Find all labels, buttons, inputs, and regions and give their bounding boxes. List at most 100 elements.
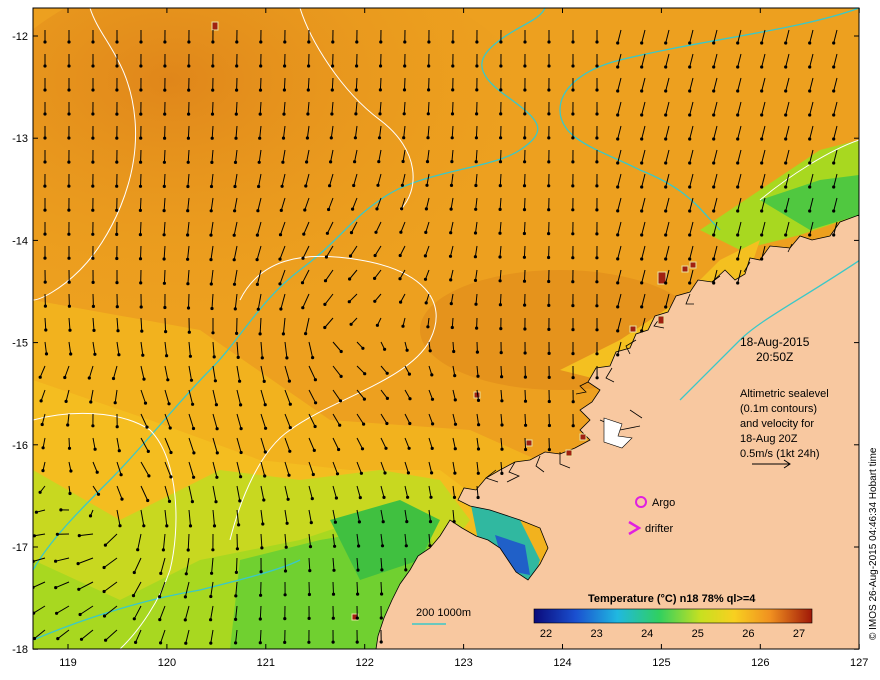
velocity-arrow-head	[43, 160, 47, 164]
velocity-arrow-head	[428, 349, 432, 353]
velocity-arrow-head	[449, 207, 453, 211]
velocity-arrow-head	[339, 349, 343, 354]
velocity-arrow-head	[164, 330, 168, 334]
velocity-arrow-head	[233, 184, 237, 189]
velocity-arrow-head	[77, 587, 81, 591]
velocity-arrow-head	[187, 112, 191, 116]
velocity-arrow-head	[403, 40, 407, 44]
velocity-arrow-head	[191, 426, 196, 431]
velocity-arrow-head	[736, 233, 740, 237]
velocity-arrow-head	[327, 207, 331, 212]
velocity-arrow-head	[333, 544, 337, 548]
velocity-arrow-head	[784, 233, 788, 237]
velocity-arrow-head	[640, 305, 644, 309]
velocity-arrow-head	[236, 355, 240, 359]
velocity-arrow	[188, 293, 190, 309]
x-tick-label: 121	[257, 657, 275, 669]
velocity-arrow-head	[163, 112, 167, 116]
velocity-arrow-head	[64, 399, 68, 403]
velocity-arrow-head	[712, 89, 716, 93]
velocity-arrow-head	[117, 353, 121, 357]
velocity-arrow-head	[263, 474, 267, 478]
velocity-arrow-head	[285, 356, 289, 360]
velocity-arrow-head	[499, 40, 503, 44]
velocity-arrow-head	[284, 545, 288, 549]
velocity-arrow-head	[210, 112, 215, 116]
velocity-arrow-head	[263, 403, 267, 407]
velocity-arrow-head	[212, 524, 217, 528]
velocity-arrow-head	[139, 88, 143, 92]
velocity-arrow-head	[450, 160, 454, 164]
velocity-arrow-head	[259, 593, 263, 597]
velocity-arrow-head	[103, 543, 107, 547]
velocity-arrow-head	[595, 232, 599, 236]
velocity-arrow	[139, 221, 142, 235]
velocity-arrow-head	[59, 508, 63, 512]
velocity-arrow-head	[640, 113, 644, 117]
velocity-arrow-head	[234, 570, 238, 575]
velocity-arrow-head	[640, 329, 644, 333]
credit-label: © IMOS 26-Aug-2015 04:46:34 Hobart time	[868, 447, 879, 640]
velocity-arrow-head	[43, 40, 47, 44]
velocity-arrow-head	[119, 473, 123, 477]
velocity-arrow-head	[353, 160, 357, 164]
velocity-arrow-head	[102, 565, 106, 570]
velocity-arrow-head	[523, 136, 527, 140]
velocity-arrow-head	[115, 256, 119, 261]
velocity-arrow-head	[640, 257, 644, 261]
velocity-arrow-head	[500, 423, 504, 427]
velocity-arrow-head	[232, 282, 237, 286]
velocity-arrow-head	[89, 400, 93, 404]
velocity-arrow-head	[499, 136, 503, 140]
velocity-arrow-head	[523, 351, 527, 355]
velocity-arrow-head	[352, 183, 356, 188]
velocity-arrow-head	[283, 617, 287, 621]
velocity-arrow-head	[69, 352, 73, 356]
velocity-arrow-head	[96, 492, 101, 496]
velocity-arrow-head	[616, 41, 620, 45]
velocity-arrow-head	[808, 65, 812, 69]
velocity-arrow-head	[158, 595, 162, 599]
velocity-arrow-head	[449, 183, 454, 187]
velocity-arrow-head	[373, 276, 377, 280]
velocity-arrow-head	[451, 64, 455, 68]
velocity-arrow-head	[234, 641, 238, 645]
velocity-arrow-head	[712, 113, 716, 117]
velocity-arrow-head	[712, 281, 716, 285]
velocity-arrow-head	[349, 231, 354, 235]
velocity-arrow-head	[448, 254, 453, 258]
velocity-arrow-head	[571, 208, 575, 212]
velocity-arrow-head	[163, 64, 167, 68]
colorbar-tick-label: 26	[742, 628, 754, 640]
velocity-arrow-head	[498, 255, 502, 259]
velocity-arrow	[524, 173, 526, 186]
velocity-arrow-head	[163, 136, 167, 140]
velocity-arrow-head	[259, 40, 263, 44]
velocity-arrow-head	[426, 136, 430, 140]
velocity-arrow-head	[784, 209, 788, 213]
velocity-arrow-head	[161, 548, 165, 552]
velocity-arrow-head	[78, 612, 82, 617]
velocity-arrow	[524, 197, 526, 210]
velocity-arrow-head	[324, 255, 328, 259]
velocity-arrow-head	[474, 183, 478, 188]
velocity-arrow-head	[832, 233, 836, 237]
velocity-arrow-head	[146, 498, 150, 503]
velocity-arrow-head	[571, 184, 575, 188]
velocity-arrow-head	[239, 475, 243, 479]
velocity-arrow	[164, 317, 167, 332]
velocity-arrow-head	[67, 112, 71, 116]
velocity-arrow-head	[475, 64, 479, 68]
velocity-arrow-head	[283, 569, 288, 573]
velocity-arrow-head	[688, 257, 692, 261]
velocity-arrow-head	[356, 568, 360, 572]
velocity-arrow-head	[92, 328, 96, 332]
velocity-arrow-head	[115, 305, 119, 309]
colorbar-tick-label: 24	[641, 628, 653, 640]
velocity-arrow-head	[159, 571, 163, 576]
velocity-arrow-head	[452, 349, 456, 354]
velocity-arrow-head	[188, 524, 193, 528]
velocity-arrow-head	[571, 280, 575, 284]
velocity-arrow-head	[233, 209, 237, 213]
velocity-arrow-head	[210, 306, 214, 311]
